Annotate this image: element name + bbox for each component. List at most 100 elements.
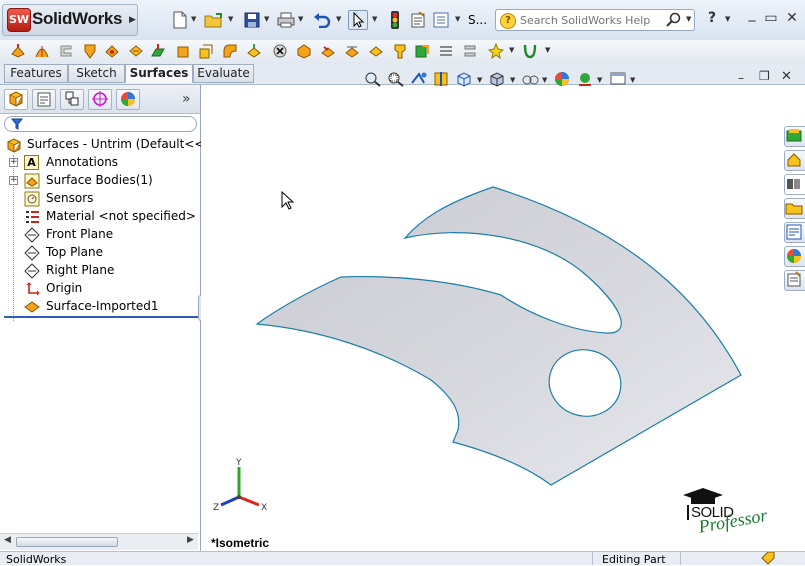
planar-surface-icon[interactable] [150,43,166,59]
part-icon [6,138,22,153]
mid-surface-icon[interactable] [462,43,478,59]
chevron-down-icon[interactable]: ▼ [597,76,602,84]
tree-item-origin[interactable]: Origin [0,280,198,298]
feature-manager-tab[interactable] [4,89,28,110]
chevron-down-icon[interactable]: ▼ [686,15,691,23]
save-button[interactable] [242,10,262,30]
thickened-cut-icon[interactable] [392,43,408,59]
search-box[interactable]: ? ▼ [495,9,695,31]
chevron-down-icon[interactable]: ▼ [630,76,635,84]
fillet-surface-icon[interactable] [222,43,238,59]
file-explorer-tab[interactable] [784,174,805,195]
offset-surface-icon[interactable] [176,43,192,59]
chevron-down-icon[interactable]: ▼ [336,15,341,23]
tree-item-right-plane[interactable]: Right Plane [0,262,198,280]
open-button[interactable] [204,10,224,30]
viewport-restore-button[interactable]: ❐ [759,69,770,83]
boundary-surface-icon[interactable] [104,43,120,59]
solidworks-resources-tab[interactable] [784,126,805,147]
feature-tree-filter[interactable] [4,116,197,132]
scroll-left-icon[interactable]: ◀ [4,535,11,545]
solidworks-menu-button[interactable]: SW SolidWorks ▶ [2,4,138,36]
design-library-tab[interactable] [784,150,805,171]
maximize-button[interactable]: ▭ [763,10,779,26]
swept-surface-icon[interactable] [58,43,74,59]
tab-features[interactable]: Features [4,64,68,83]
new-document-button[interactable] [170,10,190,30]
scroll-thumb[interactable] [16,537,118,547]
surface-body[interactable] [255,186,742,486]
property-manager-tab[interactable] [32,89,56,110]
search-input[interactable] [520,11,665,29]
chevron-down-icon[interactable]: ▼ [545,46,550,54]
select-button[interactable] [348,10,368,30]
tab-sketch[interactable]: Sketch [68,64,125,83]
reference-geometry-icon[interactable] [488,43,504,59]
chevron-down-icon[interactable]: ▼ [191,15,196,23]
tree-item-surface-bodies[interactable]: + Surface Bodies(1) [0,172,198,190]
dimxpert-manager-tab[interactable] [88,89,112,110]
search-icon[interactable] [666,12,682,28]
view-palette-tab[interactable] [784,222,805,243]
viewport-close-button[interactable]: ✕ [781,69,792,84]
plane-icon [24,263,40,279]
chevron-down-icon[interactable]: ▼ [455,15,460,23]
thicken-icon[interactable] [368,43,384,59]
chevron-down-icon[interactable]: ▼ [298,15,303,23]
custom-properties-tab[interactable] [784,270,805,291]
appearances-tab[interactable] [784,246,805,267]
tab-evaluate[interactable]: Evaluate [193,64,254,83]
extend-surface-icon[interactable] [246,43,262,59]
viewport-minimize-button[interactable]: – [738,71,744,85]
model-surface[interactable] [201,85,805,551]
delete-face-icon[interactable] [272,43,288,59]
options-button[interactable] [431,10,451,30]
undo-button[interactable] [312,10,332,30]
scroll-right-icon[interactable]: ▶ [187,535,194,545]
replace-face-icon[interactable] [438,43,454,59]
tree-item-annotations[interactable]: + A Annotations [0,154,198,172]
expand-icon[interactable]: + [9,158,18,167]
print-button[interactable] [276,10,296,30]
help-button[interactable]: ? [704,10,720,26]
chevron-down-icon[interactable]: ▼ [372,15,377,23]
chevron-down-icon[interactable]: ▼ [509,46,514,54]
revolved-surface-icon[interactable] [34,43,50,59]
trim-surface-icon[interactable] [296,43,312,59]
tree-item-material[interactable]: Material <not specified> [0,208,198,226]
chevron-down-icon[interactable]: ▼ [264,15,269,23]
tree-item-top-plane[interactable]: Top Plane [0,244,198,262]
chevron-down-icon[interactable]: ▼ [725,15,730,23]
expand-icon[interactable]: + [9,176,18,185]
rollback-bar[interactable] [4,316,198,318]
chevron-down-icon[interactable]: ▼ [510,76,515,84]
untrim-surface-icon[interactable] [320,43,336,59]
tab-surfaces[interactable]: Surfaces [125,64,193,83]
filled-surface-icon[interactable] [128,43,144,59]
ruled-surface-icon[interactable] [198,43,214,59]
curves-icon[interactable] [522,43,538,59]
tree-item-sensors[interactable]: Sensors [0,190,198,208]
minimize-button[interactable]: _ [744,6,760,22]
horizontal-scrollbar[interactable]: ◀ ▶ [0,533,198,550]
configuration-manager-tab[interactable] [60,89,84,110]
lofted-surface-icon[interactable] [82,43,98,59]
close-button[interactable]: ✕ [784,10,800,26]
cut-with-surface-icon[interactable] [414,43,430,59]
tree-item-front-plane[interactable]: Front Plane [0,226,198,244]
tree-item-surface-imported[interactable]: Surface-Imported1 [0,298,198,316]
rebuild-button[interactable] [385,10,405,30]
toolbar-overflow-label[interactable]: S... [468,13,487,27]
chevron-down-icon[interactable]: ▼ [228,15,233,23]
tag-icon[interactable] [760,552,776,565]
knit-surface-icon[interactable] [344,43,360,59]
expand-panel-icon[interactable]: » [182,91,191,107]
tree-root[interactable]: Surfaces - Untrim (Default<<De [0,136,221,154]
extruded-surface-icon[interactable] [10,43,26,59]
graphics-area[interactable]: ▼ ▼ ▼ ▼ ▼ – ❐ ✕ Y X Z *Isometric SOLID P… [201,69,805,551]
chevron-down-icon[interactable]: ▼ [542,76,547,84]
chevron-down-icon[interactable]: ▼ [477,76,482,84]
search-folder-tab[interactable] [784,198,805,219]
display-manager-tab[interactable] [116,89,140,110]
file-properties-button[interactable] [408,10,428,30]
